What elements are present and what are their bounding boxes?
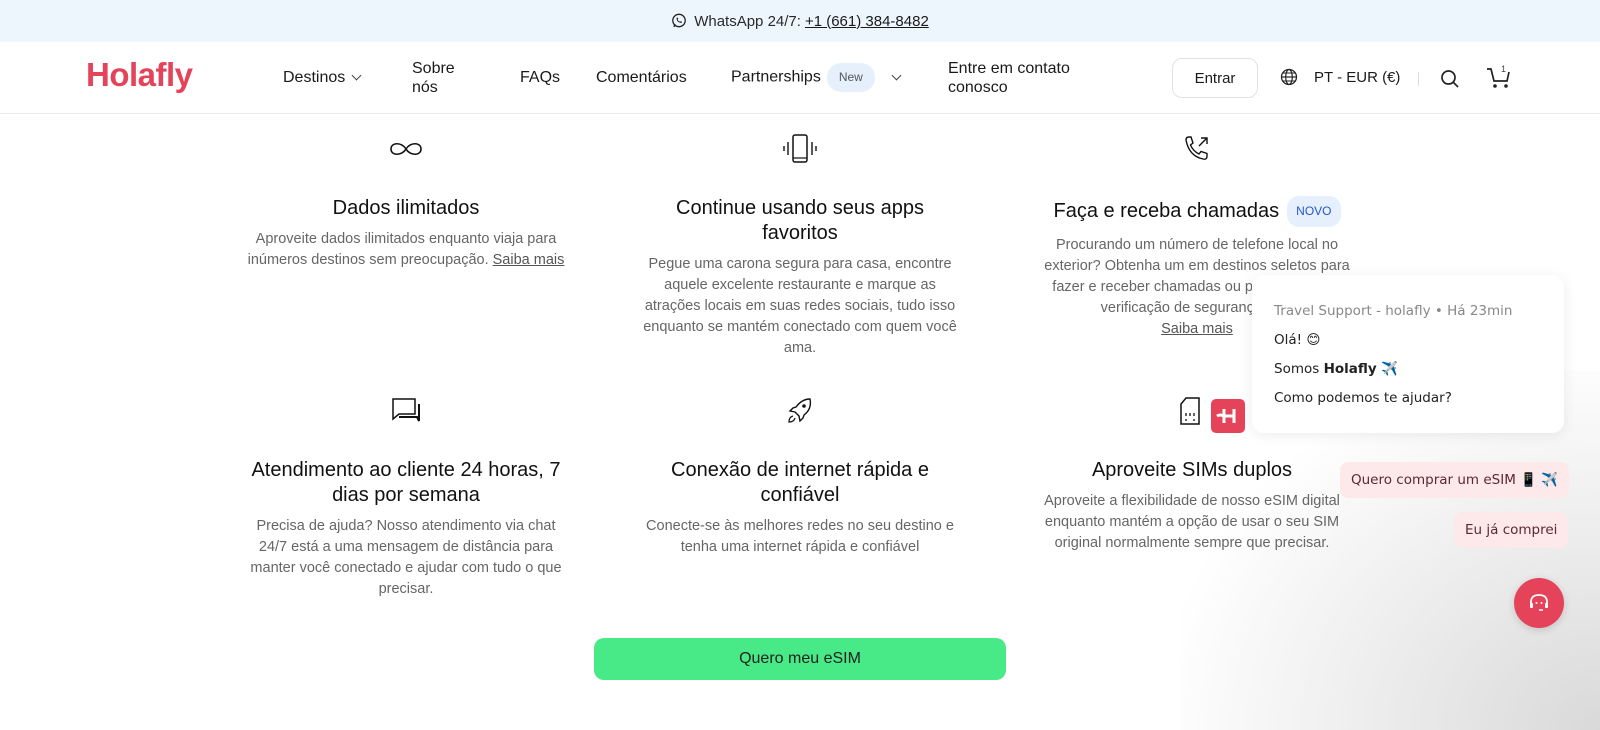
feature-text: Precisa de ajuda? Nosso atendimento via … (250, 518, 562, 597)
nav-destinos-label: Destinos (283, 69, 346, 86)
nav-comentarios[interactable]: Comentários (596, 68, 687, 87)
phone-call-icon (1032, 132, 1362, 166)
quick-reply-buy-esim[interactable]: Quero comprar um eSIM 📱 ✈️ (1340, 462, 1570, 498)
feature-card: Continue usando seus apps favoritos Pegu… (640, 114, 960, 359)
main-nav: Holafly Destinos Sobre nós FAQs Comentár… (0, 42, 1600, 114)
chat-meta: Travel Support - holafly • Há 23min (1274, 303, 1513, 319)
feature-card: Atendimento ao cliente 24 horas, 7 dias … (246, 376, 566, 600)
chat-bubbles-icon (246, 394, 566, 428)
feature-text: Aproveite dados ilimitados enquanto viaj… (246, 229, 566, 271)
new-badge: New (826, 63, 875, 92)
chat-message: Olá! 😊 (1274, 332, 1321, 348)
chat-agent-avatar (1211, 399, 1245, 433)
search-icon (1441, 70, 1459, 88)
chat-message: Como podemos te ajudar? (1274, 390, 1452, 406)
get-esim-button[interactable]: Quero meu eSIM (594, 638, 1006, 680)
chat-message-text: Somos (1274, 361, 1320, 377)
feature-title: Faça e receba chamadas NOVO (1032, 196, 1362, 227)
feature-title: Aproveite SIMs duplos (1091, 459, 1293, 481)
whatsapp-label: WhatsApp 24/7: (694, 12, 801, 30)
chevron-down-icon (351, 70, 362, 81)
cart-button[interactable]: 1 (1486, 64, 1512, 95)
feature-title: Continue usando seus apps favoritos (676, 197, 924, 244)
feature-text: Pegue uma carona segura para casa, encon… (643, 256, 957, 356)
infinity-icon (246, 132, 566, 166)
nav-destinos[interactable]: Destinos (283, 68, 362, 87)
whatsapp-icon (672, 13, 687, 28)
nav-partnerships-label: Partnerships (731, 68, 821, 86)
nav-partnerships[interactable]: Partnerships New (731, 63, 902, 92)
phone-vibrate-icon (640, 132, 960, 166)
saiba-mais-link[interactable]: Saiba mais (1161, 321, 1233, 337)
announcement-bar: WhatsApp 24/7: +1 (661) 384-8482 (0, 0, 1600, 42)
headset-icon (1530, 594, 1548, 611)
login-button[interactable]: Entrar (1172, 58, 1258, 98)
holafly-h-icon (1216, 409, 1236, 423)
feature-title-text: Faça e receba chamadas (1053, 199, 1280, 222)
holafly-logo[interactable]: Holafly (86, 56, 193, 94)
chat-launcher-button[interactable] (1514, 578, 1564, 628)
feature-title: Atendimento ao cliente 24 horas, 7 dias … (251, 459, 561, 506)
nav-sobre-nos[interactable]: Sobre nós (412, 59, 472, 97)
chat-message: Somos Holafly ✈️ (1274, 361, 1564, 377)
saiba-mais-link[interactable]: Saiba mais (493, 252, 565, 268)
feature-title: Dados ilimitados (332, 197, 480, 219)
feature-text: Aproveite a flexibilidade de nosso eSIM … (1044, 493, 1340, 551)
feature-title: Conexão de internet rápida e confiável (671, 459, 929, 506)
nav-faqs[interactable]: FAQs (520, 68, 560, 87)
cart-count: 1 (1501, 64, 1507, 74)
novo-badge: NOVO (1287, 196, 1341, 227)
locale-selector[interactable]: PT - EUR (€) (1280, 68, 1400, 86)
quick-reply-already-bought[interactable]: Eu já comprei (1454, 512, 1569, 548)
globe-icon (1280, 68, 1298, 86)
chat-preview-card[interactable]: Travel Support - holafly • Há 23min Olá!… (1252, 275, 1564, 433)
search-button[interactable] (1440, 69, 1460, 94)
rocket-icon (640, 394, 960, 428)
feature-text: Conecte-se às melhores redes no seu dest… (646, 518, 954, 555)
chevron-down-icon (891, 70, 902, 81)
locale-label: PT - EUR (€) (1314, 68, 1401, 86)
divider (1418, 72, 1419, 86)
nav-contato[interactable]: Entre em contato conosco (948, 59, 1098, 97)
feature-card: Dados ilimitados Aproveite dados ilimita… (246, 114, 566, 271)
airplane-icon: ✈️ (1381, 361, 1398, 377)
chat-brand-name: Holafly (1323, 361, 1377, 377)
cart-icon (1487, 68, 1510, 88)
feature-card: Conexão de internet rápida e confiável C… (640, 376, 960, 558)
whatsapp-phone-link[interactable]: +1 (661) 384-8482 (805, 13, 929, 30)
